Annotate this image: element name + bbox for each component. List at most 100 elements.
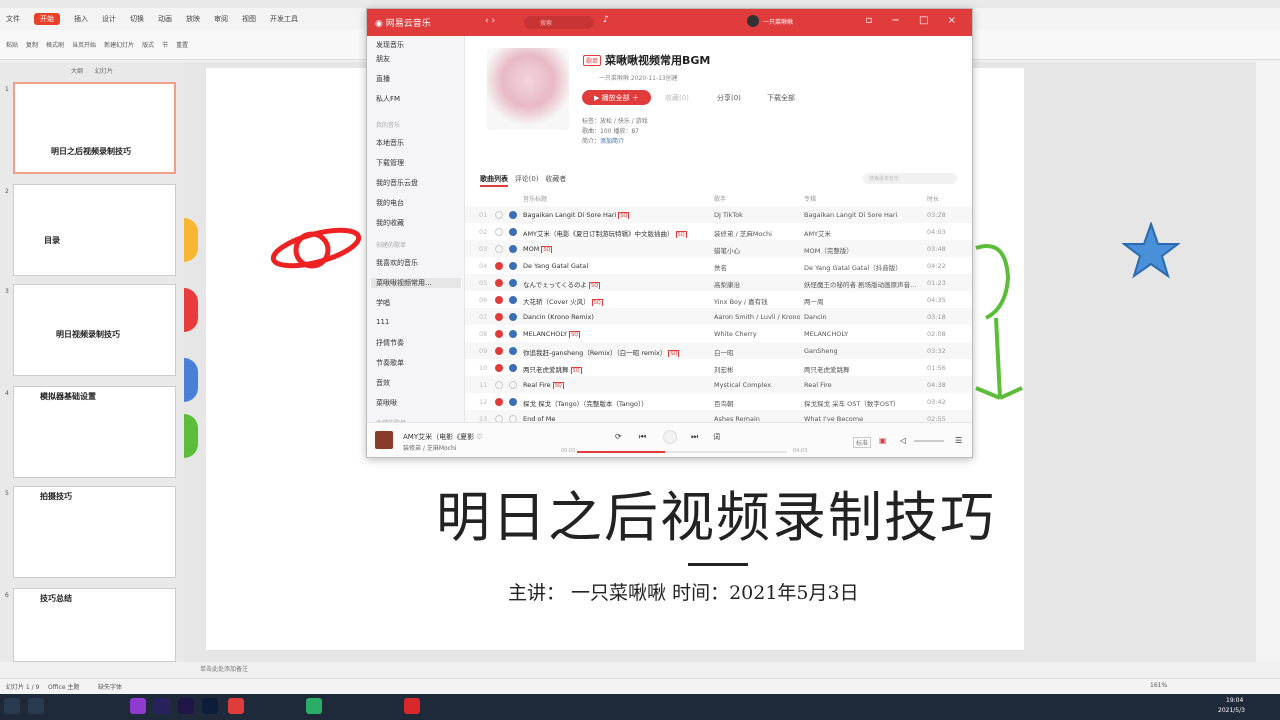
wps-icon[interactable]	[404, 698, 420, 714]
search-icon[interactable]	[28, 698, 44, 714]
wps-tab[interactable]: 设计	[102, 14, 116, 24]
playlist-queue-icon[interactable]: ☰	[955, 436, 962, 445]
now-playing-title[interactable]: AMY艾米（电影《夏影 ♡	[403, 432, 483, 442]
song-title[interactable]: なんでぇってくるのよ SQ	[523, 279, 711, 289]
like-heart-icon[interactable]	[495, 313, 503, 321]
song-title[interactable]: MELANCHOLY SQ	[523, 330, 711, 338]
after-effects-icon[interactable]	[178, 698, 194, 714]
song-artist[interactable]: 白一昭	[714, 347, 800, 357]
ribbon-button[interactable]: 复制	[26, 40, 38, 49]
song-album[interactable]: 妖怪魔王の秘的者 剧场版动画原声音...	[804, 279, 922, 289]
ribbon-button[interactable]: 节	[162, 40, 168, 49]
song-album[interactable]: 两一周	[804, 296, 922, 306]
slide-title[interactable]: 明日之后视频录制技巧	[436, 473, 996, 552]
like-heart-icon[interactable]	[495, 296, 503, 304]
song-artist[interactable]: Aaron Smith / Luvli / Krono	[714, 313, 800, 321]
song-album[interactable]: 探戈探戈 采车 OST（数字OST）	[804, 398, 922, 408]
ribbon-button[interactable]: 新建幻灯片	[104, 40, 134, 49]
sidebar-playlist-item[interactable]: 学唱	[376, 298, 390, 308]
sidebar-playlist-item[interactable]: 菜啾啾	[376, 398, 397, 408]
slide-thumbnail[interactable]: 模拟器基础设置	[13, 386, 176, 478]
song-album[interactable]: GanSheng	[804, 347, 922, 355]
wps-tab[interactable]: 切换	[130, 14, 144, 24]
song-artist[interactable]: 佚名	[714, 262, 800, 272]
share-button[interactable]: 分享(0)	[717, 93, 741, 103]
col-title[interactable]: 音乐标题	[523, 194, 547, 203]
song-artist[interactable]: Mystical Complex	[714, 381, 800, 389]
song-title[interactable]: 两只老虎爱跳舞 SQ	[523, 364, 711, 374]
volume-slider[interactable]	[914, 440, 944, 442]
wps-tab[interactable]: 开始	[34, 13, 60, 25]
song-album[interactable]: AMY艾米	[804, 228, 922, 238]
sidebar-nav-item[interactable]: 直播	[376, 74, 390, 84]
wps-tab[interactable]: 插入	[74, 14, 88, 24]
song-title[interactable]: De Yang Gatal Gatal	[523, 262, 711, 270]
play-pause-button[interactable]	[663, 430, 677, 444]
wps-tab[interactable]: 文件	[6, 14, 20, 24]
avatar[interactable]	[747, 15, 759, 27]
song-row[interactable]: 11 Real Fire SQ Mystical Complex Real Fire 04…	[465, 376, 972, 393]
song-row[interactable]: 01 Bagaikan Langit Di Sore Hari SQ DJ TikTo…	[465, 206, 972, 223]
ribbon-button[interactable]: 格式刷	[46, 40, 64, 49]
download-all-button[interactable]: 下载全部	[767, 93, 795, 103]
sidebar-my-music-item[interactable]: 我的收藏	[376, 218, 404, 228]
song-artist[interactable]: White Cherry	[714, 330, 800, 338]
share-screen-icon[interactable]: ▣	[879, 436, 887, 445]
like-heart-icon[interactable]	[495, 279, 503, 287]
song-artist[interactable]: 高梨康治	[714, 279, 800, 289]
tab-comments[interactable]: 评论(0)	[515, 175, 539, 183]
photoshop-icon[interactable]	[202, 698, 218, 714]
like-heart-icon[interactable]	[495, 381, 503, 389]
slide-thumbnail[interactable]: 拍摄技巧	[13, 486, 176, 578]
sidebar-my-music-item[interactable]: 本地音乐	[376, 138, 404, 148]
song-artist[interactable]: 装修弟 / 芝麻Mochi	[714, 228, 800, 238]
ribbon-button[interactable]: 粘贴	[6, 40, 18, 49]
tab-outline[interactable]: 大纲	[71, 66, 83, 78]
song-album[interactable]: MELANCHOLY	[804, 330, 922, 338]
slide-subtitle[interactable]: 主讲： 一只菜啾啾 时间：2021年5月3日	[508, 578, 859, 605]
add-intro-link[interactable]: 添加简介	[600, 138, 624, 145]
song-album[interactable]: 两只老虎爱跳舞	[804, 364, 922, 374]
song-row[interactable]: 09 你追我赶-gansheng（Remix）（白一昭 remix） SQ 白一昭 Ga…	[465, 342, 972, 359]
song-title[interactable]: MOM SQ	[523, 245, 711, 253]
notes-placeholder[interactable]: 单击此处添加备注	[200, 664, 248, 673]
sidebar-playlist-item[interactable]: 节奏歌单	[376, 358, 404, 368]
netease-music-icon[interactable]	[228, 698, 244, 714]
now-playing-artist[interactable]: 装修弟 / 芝麻Mochi	[403, 443, 456, 452]
wps-tab[interactable]: 放映	[186, 14, 200, 24]
col-artist[interactable]: 歌手	[714, 194, 726, 203]
sidebar-my-music-item[interactable]: 我的音乐云盘	[376, 178, 418, 188]
song-album[interactable]: Dancin	[804, 313, 922, 321]
song-album[interactable]: Bagaikan Langit Di Sore Hari	[804, 211, 922, 219]
tab-slides[interactable]: 幻灯片	[95, 66, 113, 78]
sidebar-nav-item[interactable]: 私人FM	[376, 94, 400, 104]
quality-button[interactable]: 标准	[853, 437, 872, 448]
col-album[interactable]: 专辑	[804, 194, 816, 203]
sidebar-my-music-item[interactable]: 我的电台	[376, 198, 404, 208]
loop-icon[interactable]: ⟳	[615, 432, 622, 441]
like-heart-icon[interactable]	[495, 211, 503, 219]
premiere-icon[interactable]	[154, 698, 170, 714]
sidebar-nav-item[interactable]: 发现音乐	[376, 40, 404, 50]
song-artist[interactable]: 蜡笔小心	[714, 245, 800, 255]
back-forward-icon[interactable]: ‹ ›	[485, 16, 495, 26]
netease-music-window[interactable]: ◉ 网易云音乐 ‹ › 搜索 ♪ 一只菜啾啾 ▫ − □ × 发现音乐 朋友 直播私…	[366, 8, 973, 458]
like-heart-icon[interactable]	[495, 245, 503, 253]
song-artist[interactable]: DJ TikTok	[714, 211, 800, 219]
tab-songs[interactable]: 歌曲列表	[480, 175, 508, 187]
playlist-cover[interactable]	[487, 48, 569, 130]
ribbon-button[interactable]: 重置	[176, 40, 188, 49]
song-row[interactable]: 03 MOM SQ 蜡笔小心 MOM（完整版） 03:48	[465, 240, 972, 257]
song-album[interactable]: Real Fire	[804, 381, 922, 389]
song-artist[interactable]: Yinx Boy / 嘉有钱	[714, 296, 800, 306]
song-title[interactable]: Dancin (Krono Remix)	[523, 313, 711, 321]
wechat-icon[interactable]	[306, 698, 322, 714]
song-artist[interactable]: 百鸟朝	[714, 398, 800, 408]
like-heart-icon[interactable]	[495, 398, 503, 406]
next-icon[interactable]: ⏭	[691, 432, 698, 442]
sidebar-playlist-item[interactable]: 111	[376, 318, 389, 326]
collect-button[interactable]: 收藏(0)	[665, 93, 689, 103]
song-title[interactable]: Real Fire SQ	[523, 381, 711, 389]
sidebar-my-music-item[interactable]: 下载管理	[376, 158, 404, 168]
volume-icon[interactable]: ◁	[900, 436, 906, 445]
